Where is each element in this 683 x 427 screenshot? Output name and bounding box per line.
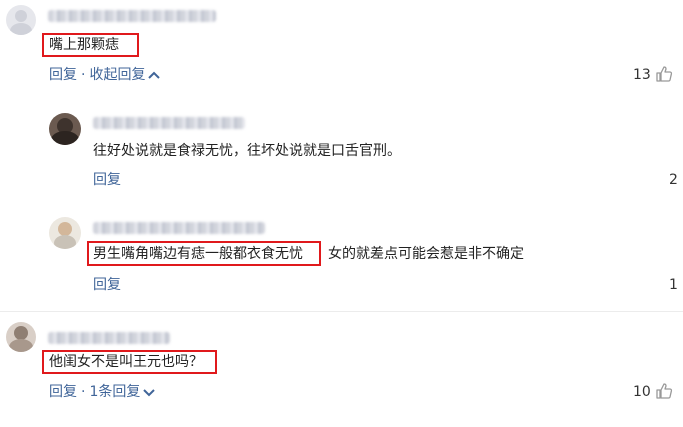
avatar[interactable] [6,322,36,352]
action-separator: · [81,384,86,400]
username-blurred[interactable] [48,10,216,22]
comment-text-highlight: 男生嘴角嘴边有痣一般都衣食无忧 [93,246,303,262]
username-blurred[interactable] [48,332,170,344]
comment-text: 往好处说就是食禄无忧，往坏处说就是口舌官刑。 [93,143,401,159]
comment-text: 他闺女不是叫王元也吗？ [49,354,203,370]
like-count: 2 [669,172,678,188]
chevron-down-icon[interactable] [143,387,156,397]
reply-button[interactable]: 回复 [93,276,121,294]
comment-text: 嘴上那颗痣 [49,37,119,53]
comment-divider [0,311,683,312]
reply-button[interactable]: 回复 · 收起回复 [49,66,161,84]
chevron-up-icon[interactable] [148,70,161,80]
comment-text: 女的就差点可能会惹是非不确定 [328,246,524,262]
thumbs-up-icon[interactable] [655,382,673,400]
reply-button[interactable]: 回复 · 1条回复 [49,383,156,401]
reply-label[interactable]: 回复 [49,67,77,83]
like-count: 1 [669,277,678,293]
action-separator: · [81,67,86,83]
reply-button[interactable]: 回复 [93,171,121,189]
thumbs-up-icon[interactable] [655,65,673,83]
collapse-replies-button[interactable]: 收起回复 [89,67,145,83]
avatar[interactable] [49,217,81,249]
view-replies-button[interactable]: 1条回复 [89,384,140,400]
like-count: 10 [633,384,651,400]
avatar[interactable] [49,113,81,145]
avatar[interactable] [6,5,36,35]
reply-label[interactable]: 回复 [49,384,77,400]
like-count: 13 [633,67,651,83]
username-blurred[interactable] [93,222,265,234]
username-blurred[interactable] [93,117,245,129]
